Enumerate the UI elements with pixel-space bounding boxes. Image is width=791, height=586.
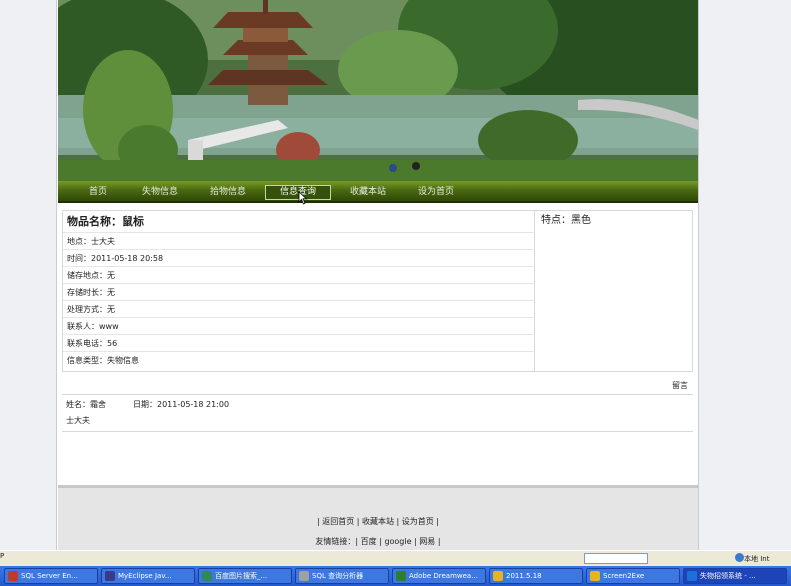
item-time: 时间：2011-05-18 20:58: [63, 250, 535, 267]
taskbar-label: 百度图片搜索_...: [215, 572, 268, 580]
myeclipse-icon: [105, 571, 115, 581]
item-contact-phone: 联系电话：56: [63, 335, 535, 352]
taskbar-item-myeclipse[interactable]: MyEclipse Jav...: [101, 568, 195, 584]
right-margin: [698, 0, 791, 550]
main-navbar: 首页 失物信息 拾物信息 信息查询 收藏本站 设为首页: [58, 181, 698, 203]
leave-message-link[interactable]: 留言: [672, 380, 688, 391]
folder-icon: [590, 571, 600, 581]
message-author: 姓名：霜舍: [66, 400, 106, 409]
item-detail-panel: 物品名称：鼠标 地点：士大夫 时间：2011-05-18 20:58 储存地点：…: [62, 210, 693, 372]
browser-icon: [202, 571, 212, 581]
footer-nav-links[interactable]: | 返回首页 | 收藏本站 | 设为首页 |: [58, 516, 698, 527]
taskbar-item-sql-server[interactable]: SQL Server En...: [4, 568, 98, 584]
taskbar-label: SQL Server En...: [21, 572, 78, 580]
pavilion-lake-photo: [58, 0, 698, 181]
nav-item-bookmark[interactable]: 收藏本站: [344, 185, 392, 200]
item-name-row: 物品名称：鼠标: [63, 211, 535, 233]
globe-icon: [735, 553, 744, 562]
site-content: 首页 失物信息 拾物信息 信息查询 收藏本站 设为首页 物品名称：鼠标 地点：士…: [58, 0, 698, 550]
left-margin: [0, 0, 57, 550]
status-zone: 本地 Int: [744, 555, 770, 563]
taskbar-item-folder-2011[interactable]: 2011.5.18: [489, 568, 583, 584]
taskbar-label: 失物招领系统 - ...: [700, 572, 756, 580]
item-handling-method: 处理方式：无: [63, 301, 535, 318]
item-storage-location: 储存地点：无: [63, 267, 535, 284]
folder-icon: [493, 571, 503, 581]
item-storage-duration: 存储时长：无: [63, 284, 535, 301]
site-footer: | 返回首页 | 收藏本站 | 设为首页 | 友情链接：| 百度 | googl…: [58, 485, 698, 550]
query-analyzer-icon: [299, 571, 309, 581]
item-name-label: 物品名称：: [67, 215, 122, 228]
taskbar-label: Screen2Exe: [603, 572, 645, 580]
taskbar-item-lost-found-system[interactable]: 失物招领系统 - ...: [683, 568, 787, 584]
item-features: 特点：黑色: [541, 215, 591, 226]
ie-icon: [687, 571, 697, 581]
nav-item-set-homepage[interactable]: 设为首页: [412, 185, 460, 200]
browser-page: 首页 失物信息 拾物信息 信息查询 收藏本站 设为首页 物品名称：鼠标 地点：士…: [0, 0, 791, 586]
taskbar-label: MyEclipse Jav...: [118, 572, 172, 580]
taskbar-item-screen2exe[interactable]: Screen2Exe: [586, 568, 680, 584]
taskbar-item-dreamweaver[interactable]: Adobe Dreamwea...: [392, 568, 486, 584]
banner-image: [58, 0, 698, 181]
taskbar-item-baidu-images[interactable]: 百度图片搜索_...: [198, 568, 292, 584]
message-date: 日期：2011-05-18 21:00: [133, 400, 230, 409]
taskbar-label: Adobe Dreamwea...: [409, 572, 478, 580]
nav-item-lost-info[interactable]: 失物信息: [136, 185, 184, 200]
nav-item-home[interactable]: 首页: [80, 185, 116, 200]
status-progress-field: [584, 553, 648, 564]
friend-links-label: 友情链接：: [315, 537, 356, 546]
message-content: 士大夫: [66, 416, 90, 425]
status-text: P: [0, 552, 5, 560]
browser-statusbar: P 本地 Int: [0, 550, 791, 566]
message-entry: 姓名：霜舍 日期：2011-05-18 21:00 士大夫: [62, 394, 693, 432]
windows-taskbar: SQL Server En... MyEclipse Jav... 百度图片搜索…: [0, 566, 791, 586]
item-name-value: 鼠标: [122, 215, 144, 228]
item-info-type: 信息类型：失物信息: [67, 356, 139, 365]
mouse-cursor-icon: [298, 191, 308, 205]
friend-links-list[interactable]: | 百度 | google | 网易 |: [355, 537, 440, 546]
sql-server-icon: [8, 571, 18, 581]
dreamweaver-icon: [396, 571, 406, 581]
item-detail-list: 物品名称：鼠标 地点：士大夫 时间：2011-05-18 20:58 储存地点：…: [63, 211, 535, 371]
taskbar-item-query-analyzer[interactable]: SQL 查询分析器: [295, 568, 389, 584]
item-location: 地点：士大夫: [63, 233, 535, 250]
taskbar-label: SQL 查询分析器: [312, 572, 364, 580]
item-contact-person: 联系人：www: [63, 318, 535, 335]
nav-item-found-info[interactable]: 拾物信息: [204, 185, 252, 200]
footer-friend-links: 友情链接：| 百度 | google | 网易 |: [58, 536, 698, 547]
taskbar-label: 2011.5.18: [506, 572, 542, 580]
